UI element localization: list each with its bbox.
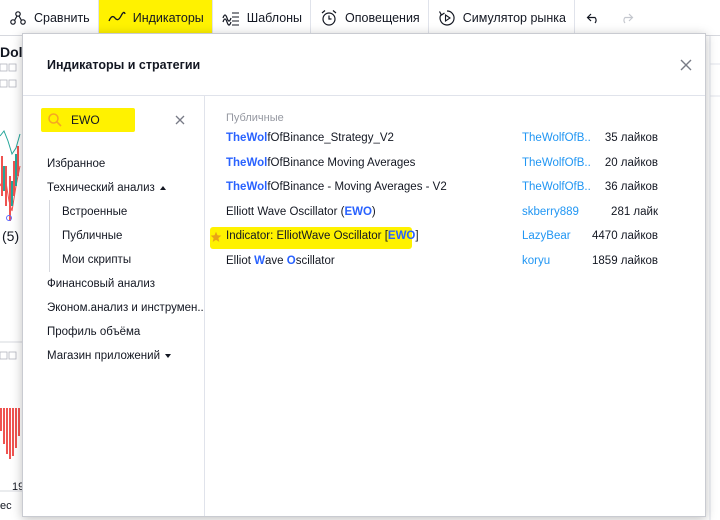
compare-label: Сравнить	[34, 10, 90, 25]
alarm-clock-icon	[319, 8, 339, 28]
result-row[interactable]: TheWolfOfBinance Moving Averages TheWolf…	[206, 153, 706, 178]
timeframe-label: ес	[0, 500, 12, 512]
result-row[interactable]: TheWolfOfBinance_Strategy_V2 TheWolfOfB.…	[206, 128, 706, 153]
result-likes: 20 лайков	[604, 156, 658, 169]
chart-background-right	[706, 36, 720, 520]
market-replay-button[interactable]: Симулятор рынка	[429, 0, 575, 36]
result-author-link[interactable]: TheWolfOfB...	[522, 132, 590, 144]
result-author-link[interactable]: koryu	[522, 255, 590, 267]
category-label: Технический анализ	[47, 182, 155, 194]
clear-icon[interactable]	[173, 113, 187, 127]
category-public[interactable]: Публичные	[62, 224, 203, 248]
category-financial-analysis[interactable]: Финансовый анализ	[47, 272, 203, 296]
category-technical-analysis[interactable]: Технический анализ	[47, 176, 203, 200]
category-volume-profile[interactable]: Профиль объёма	[47, 320, 203, 344]
top-toolbar: Сравнить Индикаторы Шаблоны Оповещения С…	[0, 0, 720, 36]
category-label: Магазин приложений	[47, 350, 160, 362]
result-author-link[interactable]: TheWolfOfB...	[522, 181, 590, 193]
search-input[interactable]	[71, 111, 171, 129]
category-app-store[interactable]: Магазин приложений	[47, 344, 203, 368]
chart-background-left	[0, 36, 22, 520]
section-label: Публичные	[226, 112, 284, 124]
category-label: Встроенные	[62, 206, 128, 218]
result-name: Elliot Wave Oscillator	[226, 254, 335, 267]
star-icon[interactable]	[210, 231, 222, 243]
redo-button[interactable]	[617, 0, 651, 36]
wave-label: (5)	[2, 228, 20, 244]
result-row[interactable]: TheWolfOfBinance - Moving Averages - V2 …	[206, 177, 706, 202]
category-favorites[interactable]: Избранное	[47, 152, 203, 176]
search-icon	[48, 113, 62, 127]
category-economic-analysis[interactable]: Эконом.анализ и инструмен...	[47, 296, 203, 320]
category-label: Мои скрипты	[62, 254, 132, 266]
redo-icon	[617, 8, 637, 28]
result-likes: 1859 лайков	[592, 254, 658, 267]
close-button[interactable]	[677, 56, 695, 74]
result-author-link[interactable]: TheWolfOfB...	[522, 157, 590, 169]
result-name: TheWolfOfBinance Moving Averages	[226, 156, 416, 169]
category-label: Избранное	[47, 158, 106, 170]
compare-icon	[8, 8, 28, 28]
templates-icon	[221, 8, 241, 28]
result-likes: 35 лайков	[604, 132, 658, 144]
chart-symbol-title: Dol	[0, 44, 23, 60]
result-name: Indicator: ElliotWave Oscillator [EWO]	[226, 230, 419, 242]
templates-label: Шаблоны	[246, 10, 303, 25]
templates-button[interactable]: Шаблоны	[213, 0, 312, 36]
result-likes: 36 лайков	[604, 181, 658, 193]
result-name: TheWolfOfBinance_Strategy_V2	[226, 132, 394, 144]
search-box	[41, 108, 191, 132]
dialog-header: Индикаторы и стратегии	[23, 34, 705, 96]
indicators-button[interactable]: Индикаторы	[98, 0, 213, 36]
result-row[interactable]: Elliot Wave Oscillator koryu 1859 лайков	[206, 251, 706, 276]
close-icon	[680, 59, 692, 71]
undo-icon	[583, 8, 603, 28]
market-replay-label: Симулятор рынка	[462, 10, 566, 25]
replay-icon	[437, 8, 457, 28]
result-name: TheWolfOfBinance - Moving Averages - V2	[226, 181, 447, 193]
results-list: TheWolfOfBinance_Strategy_V2 TheWolfOfB.…	[206, 128, 706, 275]
category-my-scripts[interactable]: Мои скрипты	[62, 248, 203, 272]
results-panel: Публичные TheWolfOfBinance_Strategy_V2 T…	[206, 96, 706, 516]
category-list: Избранное Технический анализ Встроенные …	[47, 152, 203, 368]
caret-down-icon	[165, 353, 171, 358]
category-label: Публичные	[62, 230, 123, 242]
alerts-button[interactable]: Оповещения	[311, 0, 429, 36]
result-author-link[interactable]: LazyBear	[522, 230, 590, 242]
compare-button[interactable]: Сравнить	[0, 0, 99, 36]
technical-analysis-subcategories: Встроенные Публичные Мои скрипты	[49, 200, 203, 272]
chart-fragment	[0, 63, 22, 492]
result-likes: 4470 лайков	[592, 230, 658, 242]
indicators-dialog: Индикаторы и стратегии Избранное Техниче…	[22, 33, 706, 517]
indicators-label: Индикаторы	[132, 10, 204, 25]
chart-fragment-right	[709, 36, 720, 520]
result-name: Elliott Wave Oscillator (EWO)	[226, 205, 376, 218]
dialog-title: Индикаторы и стратегии	[47, 58, 201, 72]
category-builtin[interactable]: Встроенные	[62, 200, 203, 224]
alerts-label: Оповещения	[345, 10, 420, 25]
undo-button[interactable]	[575, 0, 617, 36]
result-row-favorite[interactable]: Indicator: ElliotWave Oscillator [EWO] L…	[206, 226, 706, 251]
category-panel: Избранное Технический анализ Встроенные …	[23, 96, 205, 516]
indicators-icon	[107, 8, 127, 28]
result-likes: 281 лайк	[611, 205, 658, 218]
caret-up-icon	[159, 185, 166, 190]
category-label: Финансовый анализ	[47, 278, 156, 290]
result-row[interactable]: Elliott Wave Oscillator (EWO) skberry889…	[206, 202, 706, 227]
result-author-link[interactable]: skberry889	[522, 206, 590, 218]
category-label: Эконом.анализ и инструмен...	[47, 302, 203, 314]
category-label: Профиль объёма	[47, 326, 141, 338]
